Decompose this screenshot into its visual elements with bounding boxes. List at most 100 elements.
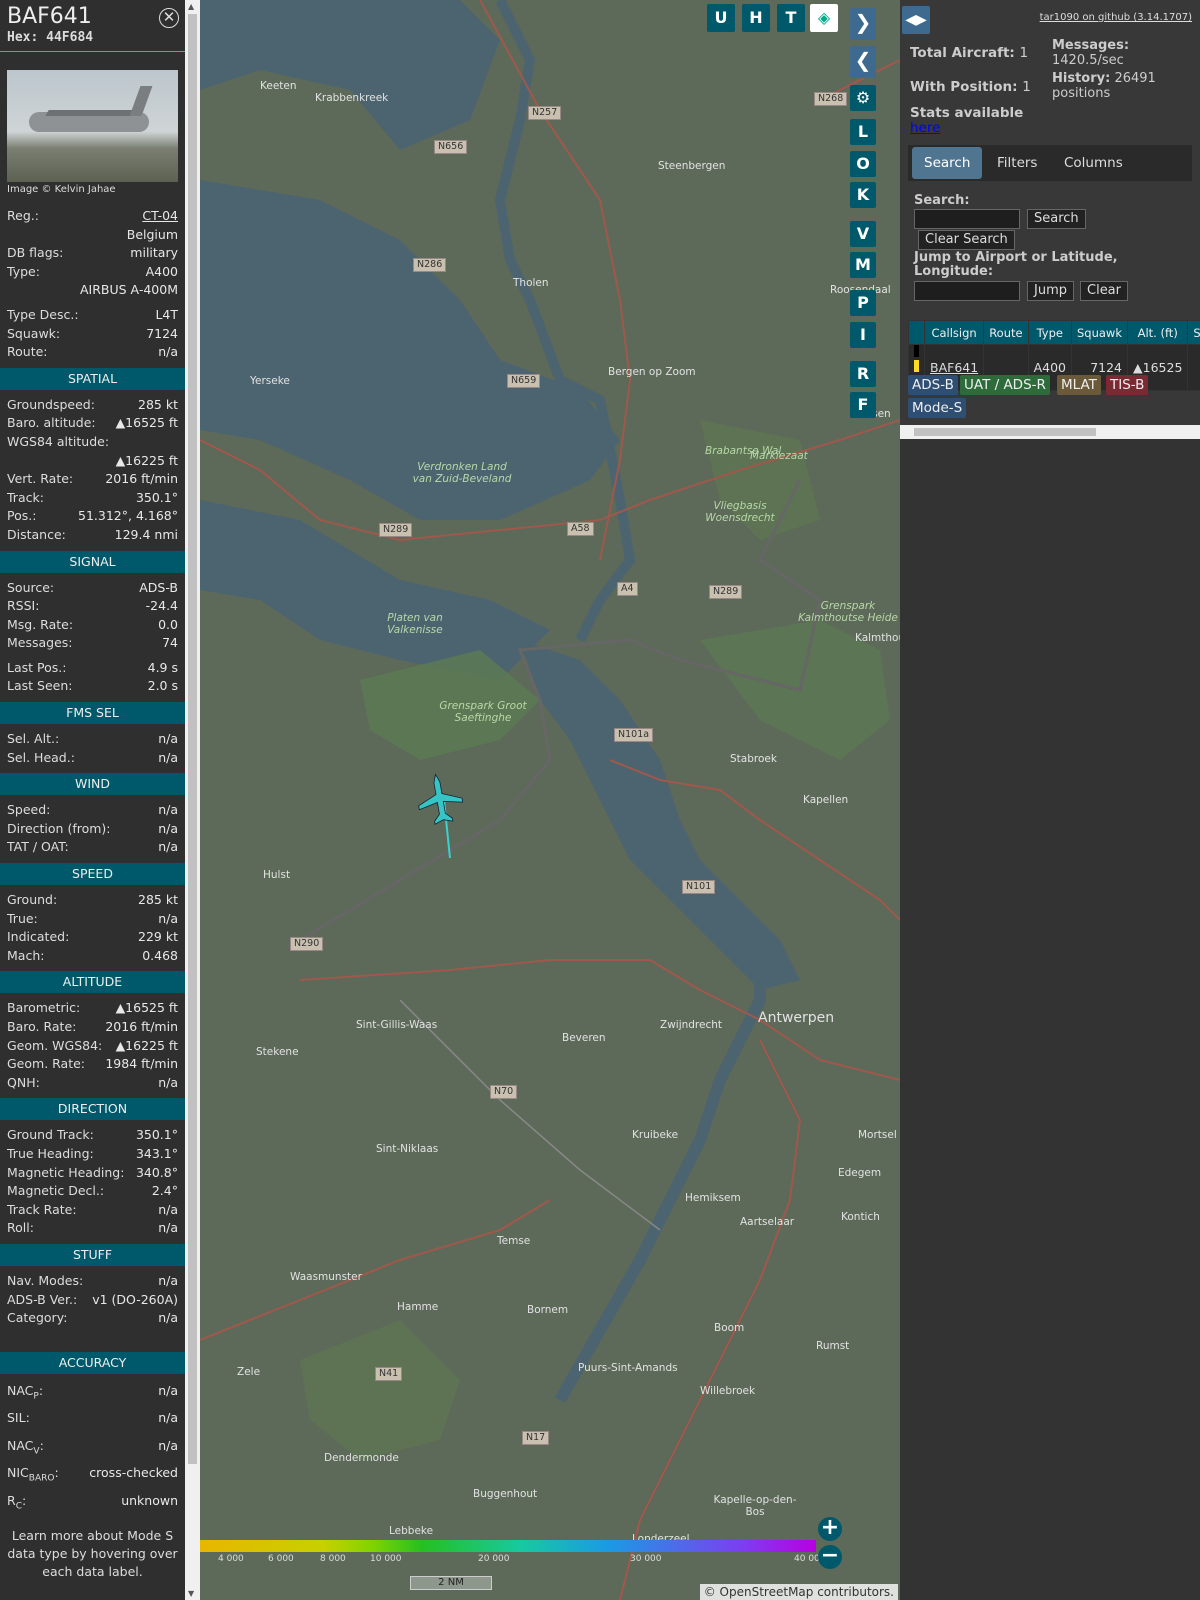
hscroll-thumb[interactable] bbox=[914, 428, 1096, 436]
map-button-k[interactable]: K bbox=[850, 182, 876, 208]
info-value: n/a bbox=[158, 731, 178, 747]
map-place-label: Sint-Niklaas bbox=[376, 1143, 439, 1155]
jump-button[interactable]: Jump bbox=[1027, 281, 1074, 301]
map-place-label: Kapelle-op-den-Bos bbox=[713, 1494, 797, 1518]
accuracy-value: n/a bbox=[158, 1382, 178, 1398]
map-button-o[interactable]: O bbox=[850, 151, 876, 177]
close-icon[interactable]: ✕ bbox=[159, 8, 179, 28]
tab-columns[interactable]: Columns bbox=[1052, 147, 1135, 179]
map-button-v[interactable]: V bbox=[850, 221, 876, 247]
info-value: n/a bbox=[158, 1272, 178, 1288]
info-value: 129.4 nmi bbox=[114, 526, 178, 542]
info-sections: SPATIAL Groundspeed: 285 kt Baro. altitude:… bbox=[0, 367, 185, 1328]
info-row: Type Desc.: L4T bbox=[0, 306, 185, 325]
search-button[interactable]: Search bbox=[1027, 209, 1086, 229]
aircraft-info-sidebar: BAF641 Hex: 44F684 ✕ Image © Kelvin Jaha… bbox=[0, 0, 185, 1600]
clear-search-button[interactable]: Clear Search bbox=[918, 230, 1015, 250]
flag-column-header bbox=[908, 320, 925, 345]
tab-search[interactable]: Search bbox=[912, 147, 983, 179]
table-hscrollbar[interactable] bbox=[900, 425, 1200, 439]
info-label: Track: bbox=[7, 489, 44, 505]
info-label: True Heading: bbox=[7, 1145, 94, 1161]
stats-link[interactable]: here bbox=[910, 120, 940, 136]
map-button-u[interactable]: U bbox=[707, 4, 735, 32]
info-value: n/a bbox=[158, 820, 178, 836]
info-row: Roll: n/a bbox=[0, 1219, 185, 1238]
map-button-r[interactable]: R bbox=[850, 361, 876, 387]
info-row: Magnetic Heading: 340.8° bbox=[0, 1164, 185, 1183]
legend-uat-ads-r[interactable]: UAT / ADS-R bbox=[960, 375, 1050, 395]
column-header[interactable]: Route bbox=[983, 320, 1029, 345]
map-place-label: Lebbeke bbox=[389, 1525, 434, 1537]
info-row: RSSI: -24.4 bbox=[0, 597, 185, 616]
info-row: Source: ADS-B bbox=[0, 579, 185, 598]
info-label: TAT / OAT: bbox=[7, 839, 69, 855]
info-label: Pos.: bbox=[7, 508, 37, 524]
search-input[interactable] bbox=[914, 209, 1020, 229]
toggle-sidebar-icon[interactable]: ◀▶ bbox=[902, 6, 930, 34]
map[interactable]: Keeten Krabbenkreek Steenbergen Tholen Berge… bbox=[200, 0, 900, 1600]
info-row: Direction (from): n/a bbox=[0, 820, 185, 839]
map-background bbox=[200, 0, 900, 1600]
github-link[interactable]: tar1090 on github (3.14.1707) bbox=[1040, 12, 1192, 23]
table-header-row: CallsignRouteTypeSquawkAlt. (ft)Spd bbox=[908, 320, 1200, 345]
osm-attribution[interactable]: © OpenStreetMap contributors. bbox=[699, 1584, 898, 1600]
info-value: 2.4° bbox=[151, 1183, 178, 1199]
with-position-label: With Position: bbox=[910, 79, 1018, 95]
info-row: Track: 350.1° bbox=[0, 489, 185, 508]
legend-ads-b[interactable]: ADS-B bbox=[908, 375, 958, 395]
jump-input[interactable] bbox=[914, 281, 1020, 301]
scroll-up-icon[interactable]: ▲ bbox=[188, 2, 194, 11]
messages-label: Messages: bbox=[1052, 38, 1130, 53]
legend-mode-s[interactable]: Mode-S bbox=[908, 398, 967, 418]
info-label: Messages: bbox=[7, 635, 73, 651]
clear-button[interactable]: Clear bbox=[1080, 281, 1128, 301]
tab-filters[interactable]: Filters bbox=[985, 147, 1049, 179]
column-header[interactable]: Callsign bbox=[923, 320, 985, 345]
info-value: 340.8° bbox=[135, 1164, 178, 1180]
section-title-altitude: ALTITUDE bbox=[0, 971, 185, 994]
column-header[interactable]: Alt. (ft) bbox=[1127, 320, 1189, 345]
map-button-t[interactable]: T bbox=[777, 4, 805, 32]
info-value: ▲16525 ft bbox=[115, 1000, 178, 1016]
info-label: WGS84 altitude: bbox=[7, 433, 110, 449]
zoom-out-icon[interactable]: − bbox=[818, 1545, 842, 1569]
road-label: N101a bbox=[614, 728, 654, 742]
map-button-p[interactable]: P bbox=[850, 290, 876, 316]
sidebar-scroll-thumb[interactable] bbox=[188, 14, 197, 1464]
info-row: Ground Track: 350.1° bbox=[0, 1126, 185, 1145]
legend-mlat[interactable]: MLAT bbox=[1057, 375, 1101, 395]
info-value: 2.0 s bbox=[147, 678, 178, 694]
info-label: Distance: bbox=[7, 526, 66, 542]
map-button-m[interactable]: M bbox=[850, 252, 876, 278]
scroll-down-icon[interactable]: ▼ bbox=[188, 1589, 194, 1598]
map-button-f[interactable]: F bbox=[850, 392, 876, 418]
map-button-l[interactable]: L bbox=[850, 119, 876, 145]
collapse-left-icon[interactable]: ❮ bbox=[850, 46, 876, 78]
info-value: n/a bbox=[158, 344, 178, 360]
info-row: Indicated: 229 kt bbox=[0, 928, 185, 947]
column-header[interactable]: Squawk bbox=[1070, 320, 1129, 345]
map-place-label: Temse bbox=[497, 1235, 531, 1247]
total-aircraft-label: Total Aircraft: bbox=[910, 45, 1015, 61]
expand-right-icon[interactable]: ❯ bbox=[850, 8, 876, 40]
aircraft-photo[interactable] bbox=[7, 70, 178, 182]
info-value: v1 (DO-260A) bbox=[92, 1291, 178, 1307]
map-place-label: Bergen op Zoom bbox=[608, 366, 696, 378]
info-value[interactable]: CT-04 bbox=[142, 207, 178, 226]
layers-icon[interactable]: ◈ bbox=[810, 4, 838, 32]
hex-value: 44F684 bbox=[46, 30, 94, 45]
map-button-i[interactable]: I bbox=[850, 322, 876, 348]
road-label: N101 bbox=[682, 880, 716, 894]
info-value: 229 kt bbox=[138, 929, 178, 945]
info-value: n/a bbox=[158, 1074, 178, 1090]
zoom-in-icon[interactable]: + bbox=[818, 1517, 842, 1541]
column-header[interactable]: Spd bbox=[1187, 320, 1200, 345]
map-place-label: Zwijndrecht bbox=[660, 1019, 723, 1031]
column-header[interactable]: Type bbox=[1027, 320, 1073, 345]
legend-tis-b[interactable]: TIS-B bbox=[1106, 375, 1149, 395]
settings-gear-icon[interactable]: ⚙ bbox=[850, 85, 876, 111]
sidebar-scrollbar[interactable]: ▲ ▼ bbox=[185, 0, 200, 1600]
map-button-h[interactable]: H bbox=[742, 4, 770, 32]
info-value: 0.468 bbox=[142, 947, 178, 963]
